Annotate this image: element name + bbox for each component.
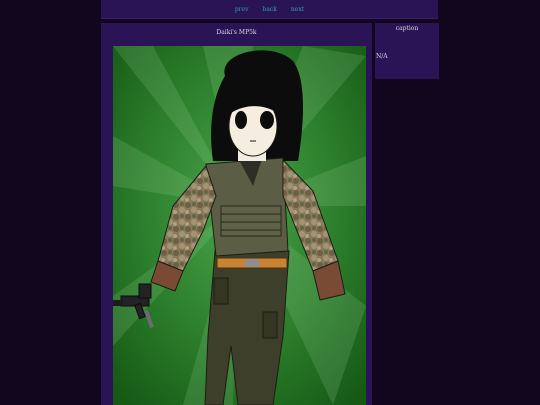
artwork-illustration — [113, 46, 366, 405]
artwork-image — [113, 46, 366, 405]
back-link[interactable]: back — [263, 6, 277, 13]
artwork-panel: Daiki's MP5k — [101, 23, 372, 405]
next-link[interactable]: next — [291, 6, 304, 13]
navigation-bar: prev back next — [101, 0, 438, 19]
caption-panel: caption N/A — [375, 23, 439, 79]
caption-text: N/A — [376, 53, 388, 60]
caption-heading: caption — [395, 25, 419, 32]
prev-link[interactable]: prev — [235, 6, 249, 13]
artwork-title: Daiki's MP5k — [216, 29, 257, 36]
